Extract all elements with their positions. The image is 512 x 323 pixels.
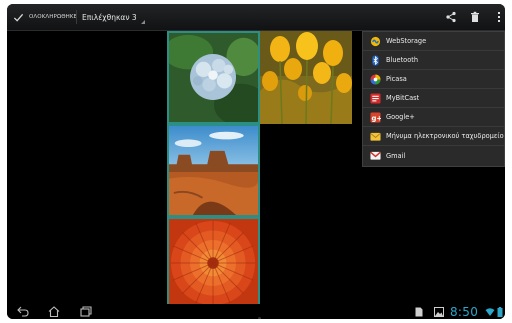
trash-icon[interactable] bbox=[467, 9, 483, 25]
gallery-notification-icon[interactable] bbox=[434, 307, 444, 317]
share-item-label: Picasa bbox=[386, 75, 407, 83]
selection-spinner[interactable]: Επιλέχθηκαν 3 bbox=[82, 8, 145, 26]
action-bar-divider bbox=[76, 10, 77, 24]
share-item-mybitcast[interactable]: MyBitCast bbox=[363, 89, 504, 108]
share-item-gmail[interactable]: Gmail bbox=[363, 146, 504, 165]
webstorage-icon bbox=[370, 36, 381, 47]
google-plus-icon: g+ bbox=[370, 111, 381, 123]
system-bar: 8:50 bbox=[7, 304, 505, 319]
photo-desert[interactable] bbox=[167, 124, 260, 217]
file-notification-icon[interactable] bbox=[415, 307, 423, 317]
selection-count-label: Επιλέχθηκαν 3 bbox=[82, 12, 137, 22]
svg-text:g+: g+ bbox=[371, 114, 381, 122]
home-icon[interactable] bbox=[47, 305, 61, 318]
recent-apps-icon[interactable] bbox=[79, 305, 93, 318]
share-item-bluetooth[interactable]: Bluetooth bbox=[363, 51, 504, 70]
share-item-label: MyBitCast bbox=[386, 94, 420, 102]
wifi-icon bbox=[485, 307, 495, 317]
share-icon[interactable] bbox=[443, 9, 459, 25]
done-label: ΟΛΟΚΛΗΡΩΘΗΚΕ bbox=[29, 14, 78, 20]
done-button[interactable]: ΟΛΟΚΛΗΡΩΘΗΚΕ bbox=[13, 8, 77, 26]
battery-icon bbox=[497, 307, 503, 317]
share-item-email[interactable]: Μήνυμα ηλεκτρονικού ταχυδρομείου bbox=[363, 127, 504, 146]
gmail-icon bbox=[370, 150, 381, 161]
bluetooth-icon bbox=[370, 54, 381, 66]
share-item-picasa[interactable]: Picasa bbox=[363, 70, 504, 89]
back-icon[interactable] bbox=[16, 305, 30, 318]
photo-chrysanthemum[interactable] bbox=[167, 217, 260, 310]
share-item-label: Google+ bbox=[386, 113, 415, 121]
email-icon bbox=[370, 131, 381, 142]
share-item-google-plus[interactable]: g+ Google+ bbox=[363, 108, 504, 127]
spinner-triangle-icon bbox=[140, 20, 145, 24]
share-item-label: Bluetooth bbox=[386, 56, 419, 64]
share-item-webstorage[interactable]: WebStorage bbox=[363, 32, 504, 51]
photo-hydrangea[interactable] bbox=[167, 31, 260, 124]
photo-tulips[interactable] bbox=[260, 31, 352, 124]
action-bar: ΟΛΟΚΛΗΡΩΘΗΚΕ Επιλέχθηκαν 3 bbox=[7, 4, 505, 31]
share-item-label: Μήνυμα ηλεκτρονικού ταχυδρομείου bbox=[386, 132, 504, 140]
share-menu: WebStorage Bluetooth Picasa MyBitCast g+… bbox=[362, 31, 505, 167]
picasa-icon bbox=[370, 73, 381, 85]
share-item-label: WebStorage bbox=[386, 37, 427, 45]
tablet-screen: ΟΛΟΚΛΗΡΩΘΗΚΕ Επιλέχθηκαν 3 WebStorage Bl… bbox=[7, 4, 505, 319]
checkmark-icon bbox=[13, 13, 24, 22]
mybitcast-icon bbox=[370, 92, 381, 104]
overflow-menu-icon[interactable] bbox=[491, 9, 505, 25]
share-item-label: Gmail bbox=[386, 151, 406, 160]
page-indicator-dot bbox=[258, 317, 261, 319]
status-clock[interactable]: 8:50 bbox=[450, 304, 478, 319]
